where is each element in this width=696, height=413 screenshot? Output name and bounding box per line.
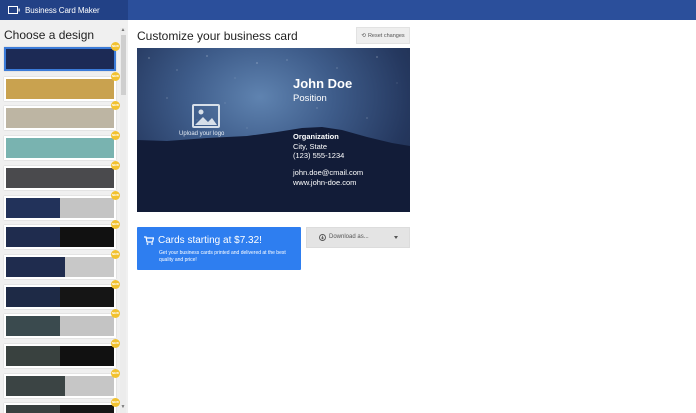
card-website[interactable]: www.john-doe.com bbox=[293, 178, 356, 187]
new-badge-icon: NEW bbox=[111, 309, 120, 319]
design-swatch-right bbox=[60, 346, 114, 366]
card-organization[interactable]: Organization bbox=[293, 132, 339, 141]
new-badge-icon: NEW bbox=[111, 279, 120, 289]
design-swatch-right bbox=[60, 286, 114, 307]
order-cards-title: Cards starting at $7.32! bbox=[158, 235, 262, 246]
scroll-up-arrow-icon[interactable]: ▲ bbox=[120, 28, 126, 33]
new-badge-icon: NEW bbox=[111, 131, 120, 141]
design-thumbnail-stars-black[interactable]: NEW bbox=[4, 220, 120, 250]
business-card-preview: Upload your logo John Doe Position Organ… bbox=[137, 48, 410, 212]
business-card-icon bbox=[8, 6, 20, 14]
design-thumbnail-stars-silver[interactable]: NEW bbox=[4, 190, 120, 220]
order-cards-subtitle: Get your business cards printed and deli… bbox=[159, 250, 286, 263]
mountain-silhouette bbox=[137, 55, 410, 212]
design-swatch-left bbox=[6, 138, 114, 159]
design-thumbnail-dark-gray[interactable]: NEW bbox=[4, 160, 120, 190]
reset-changes-button[interactable]: ⟲ Reset changes bbox=[356, 27, 410, 44]
design-thumbnail-stars-black-2[interactable]: NEW bbox=[4, 279, 120, 309]
image-upload-icon[interactable] bbox=[192, 104, 220, 128]
card-name[interactable]: John Doe bbox=[293, 76, 352, 91]
sidebar-title: Choose a design bbox=[4, 28, 95, 42]
design-swatch-left bbox=[6, 286, 60, 307]
design-swatch-right bbox=[60, 227, 114, 248]
design-swatch-right bbox=[60, 405, 114, 413]
app-title: Business Card Maker bbox=[25, 5, 100, 15]
shopping-cart-icon bbox=[144, 236, 154, 245]
upload-logo-label[interactable]: Upload your logo bbox=[179, 131, 224, 137]
design-sidebar: Choose a design NEW NEW NEW NEW NEW NEW NEW NEW… bbox=[0, 20, 128, 413]
design-thumbnail-gold[interactable]: NEW bbox=[4, 71, 120, 101]
download-icon bbox=[319, 234, 326, 241]
design-swatch-left bbox=[6, 78, 114, 99]
design-thumbnail-starry-night[interactable]: NEW bbox=[4, 42, 120, 71]
new-badge-icon: NEW bbox=[111, 220, 120, 230]
download-as-dropdown[interactable]: Download as... bbox=[306, 227, 410, 248]
new-badge-icon: NEW bbox=[111, 339, 120, 348]
design-thumbnail-teal[interactable]: NEW bbox=[4, 131, 120, 161]
new-badge-icon: NEW bbox=[111, 71, 120, 81]
scroll-down-arrow-icon[interactable]: ▼ bbox=[120, 405, 126, 410]
card-email[interactable]: john.doe@cmail.com bbox=[293, 168, 363, 177]
design-swatch-left bbox=[6, 375, 66, 396]
design-swatch-right bbox=[65, 375, 114, 396]
new-badge-icon: NEW bbox=[111, 398, 120, 408]
card-position[interactable]: Position bbox=[293, 93, 327, 104]
design-swatch-left bbox=[6, 316, 60, 337]
design-thumbnail-city-black-2[interactable]: NEW bbox=[4, 398, 120, 413]
design-swatch-left bbox=[6, 197, 60, 218]
undo-icon: ⟲ bbox=[361, 32, 366, 39]
new-badge-icon: NEW bbox=[111, 160, 120, 170]
design-swatch-left bbox=[6, 167, 114, 188]
design-thumbnail-city-silver[interactable]: NEW bbox=[4, 309, 120, 339]
design-thumbnail-city-black[interactable]: NEW bbox=[4, 339, 120, 368]
design-thumbnail-beige[interactable]: NEW bbox=[4, 101, 120, 131]
app-brand[interactable]: Business Card Maker bbox=[0, 0, 128, 20]
card-phone[interactable]: (123) 555-1234 bbox=[293, 151, 344, 160]
new-badge-icon: NEW bbox=[111, 368, 120, 378]
reset-changes-label: Reset changes bbox=[367, 32, 405, 39]
order-cards-button[interactable]: Cards starting at $7.32! Get your busine… bbox=[137, 227, 301, 270]
design-swatch-right bbox=[60, 197, 114, 218]
design-swatch-left bbox=[6, 346, 60, 366]
new-badge-icon: NEW bbox=[111, 190, 120, 200]
card-city-state[interactable]: City, State bbox=[293, 142, 327, 151]
design-swatch-left bbox=[6, 405, 60, 413]
chevron-down-icon bbox=[394, 236, 398, 239]
design-swatch-left bbox=[6, 108, 114, 129]
design-thumbnail-city-strip[interactable]: NEW bbox=[4, 368, 120, 398]
new-badge-icon: NEW bbox=[111, 42, 120, 51]
design-swatch-left bbox=[6, 227, 60, 248]
new-badge-icon: NEW bbox=[111, 101, 120, 111]
design-swatch-left bbox=[6, 49, 114, 69]
page-title: Customize your business card bbox=[137, 29, 298, 43]
scrollbar-thumb[interactable] bbox=[121, 35, 126, 95]
design-swatch-right bbox=[60, 316, 114, 337]
download-as-label: Download as... bbox=[329, 234, 369, 240]
new-badge-icon: NEW bbox=[111, 249, 120, 259]
design-thumbnail-stars-silver-strip[interactable]: NEW bbox=[4, 249, 120, 279]
design-swatch-left bbox=[6, 256, 66, 277]
design-swatch-right bbox=[65, 256, 114, 277]
